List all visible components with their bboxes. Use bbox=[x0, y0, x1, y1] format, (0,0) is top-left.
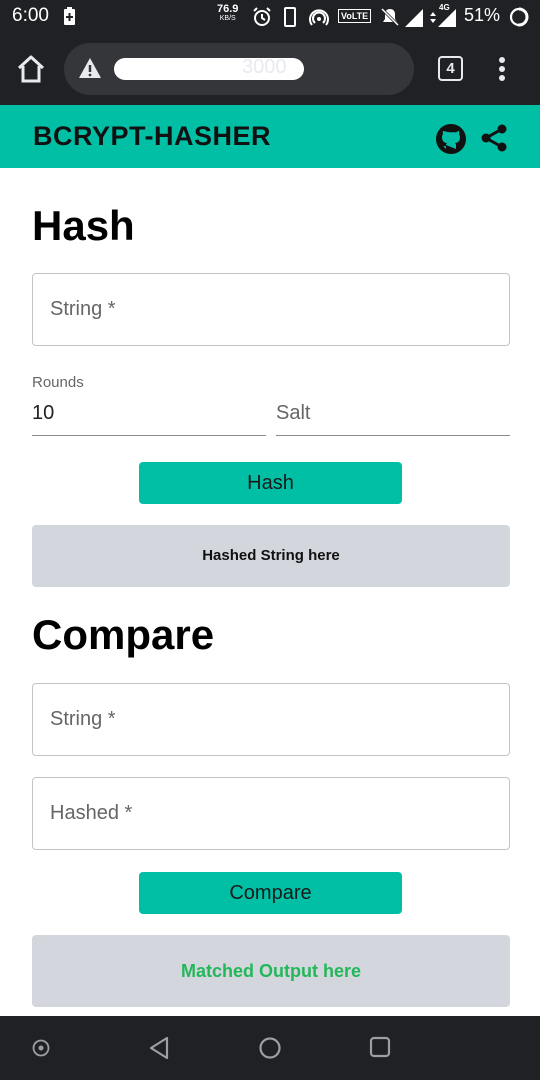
compare-string-input[interactable]: String * bbox=[32, 683, 510, 756]
assistant-icon[interactable] bbox=[32, 1039, 50, 1057]
url-bar[interactable]: 3000 bbox=[64, 43, 414, 95]
status-bar: 6:00 76.9 KB/S VoLTE 4G 51% bbox=[0, 0, 540, 33]
hash-string-placeholder: String * bbox=[50, 298, 116, 320]
network-type: 4G bbox=[439, 3, 450, 12]
github-icon[interactable] bbox=[436, 124, 466, 154]
browser-toolbar: 3000 4 bbox=[0, 33, 540, 105]
rounds-value: 10 bbox=[32, 402, 55, 424]
compare-string-placeholder: String * bbox=[50, 708, 116, 730]
hash-string-input[interactable]: String * bbox=[32, 273, 510, 346]
compare-section-title: Compare bbox=[32, 611, 215, 658]
notifications-off-icon bbox=[380, 7, 400, 27]
compare-hashed-placeholder: Hashed * bbox=[50, 802, 133, 824]
more-menu-icon[interactable] bbox=[494, 55, 510, 83]
home-icon[interactable] bbox=[16, 55, 46, 83]
hash-section-title: Hash bbox=[32, 202, 135, 249]
recents-icon[interactable] bbox=[369, 1036, 391, 1058]
tab-switcher-button[interactable]: 4 bbox=[438, 56, 463, 81]
hash-output: Hashed String here bbox=[32, 525, 510, 587]
system-nav-bar bbox=[0, 1016, 540, 1080]
app-title: BCRYPT-HASHER bbox=[33, 121, 272, 151]
hotspot-icon bbox=[309, 9, 329, 26]
url-port: 3000 bbox=[242, 56, 287, 78]
salt-input[interactable]: Salt bbox=[276, 396, 510, 436]
signal-icon bbox=[405, 9, 423, 27]
rounds-input[interactable]: 10 bbox=[32, 396, 266, 436]
battery-saver-icon bbox=[64, 7, 75, 25]
rounds-label: Rounds bbox=[32, 374, 84, 391]
back-icon[interactable] bbox=[148, 1036, 170, 1060]
status-time: 6:00 bbox=[12, 5, 49, 26]
warning-icon[interactable] bbox=[78, 57, 102, 79]
share-icon[interactable] bbox=[481, 124, 507, 152]
battery-icon bbox=[509, 7, 529, 27]
battery-percent: 51% bbox=[464, 5, 501, 25]
compare-output: Matched Output here bbox=[32, 935, 510, 1007]
salt-placeholder: Salt bbox=[276, 402, 311, 424]
phone-icon bbox=[284, 7, 296, 27]
network-speed: 76.9 KB/S bbox=[217, 3, 239, 23]
app-header: BCRYPT-HASHER bbox=[0, 105, 540, 168]
alarm-icon bbox=[253, 7, 271, 26]
compare-button[interactable]: Compare bbox=[139, 872, 402, 914]
compare-hashed-input[interactable]: Hashed * bbox=[32, 777, 510, 850]
hash-button[interactable]: Hash bbox=[139, 462, 402, 504]
home-nav-icon[interactable] bbox=[258, 1036, 282, 1060]
volte-badge: VoLTE bbox=[338, 9, 372, 23]
